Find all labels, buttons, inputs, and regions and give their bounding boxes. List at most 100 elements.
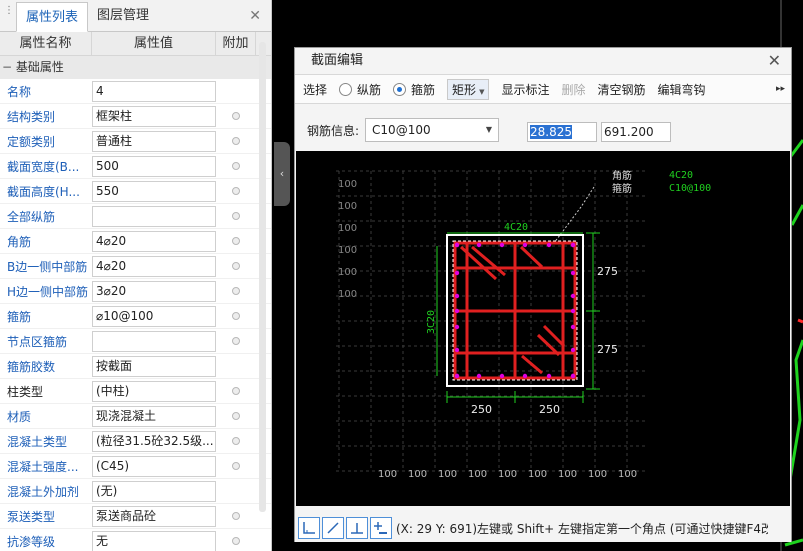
- toolbar-overflow-icon[interactable]: ▸▸: [776, 84, 785, 94]
- add-point-snap-icon[interactable]: [370, 517, 392, 539]
- extra-toggle-icon[interactable]: [232, 512, 240, 520]
- extra-toggle-icon[interactable]: [232, 412, 240, 420]
- rebar-point[interactable]: [454, 242, 460, 248]
- property-value-field[interactable]: 4⌀20: [92, 255, 216, 277]
- line-snap-icon[interactable]: [322, 517, 344, 539]
- property-row[interactable]: H边一侧中部筋 3⌀20: [0, 279, 271, 304]
- property-row[interactable]: 截面高度(H... 550: [0, 179, 271, 204]
- rebar-point[interactable]: [522, 242, 528, 248]
- property-row[interactable]: 节点区箍筋: [0, 329, 271, 354]
- property-value-field[interactable]: (粒径31.5砼32.5级...: [92, 430, 216, 452]
- property-row[interactable]: 截面宽度(B... 500: [0, 154, 271, 179]
- rebar-point[interactable]: [570, 308, 576, 314]
- property-value-field[interactable]: [92, 330, 216, 352]
- extra-toggle-icon[interactable]: [232, 262, 240, 270]
- radio-stirrup[interactable]: 箍筋: [393, 81, 435, 98]
- grip-icon[interactable]: ⋮: [4, 6, 14, 23]
- extra-toggle-icon[interactable]: [232, 287, 240, 295]
- rebar-point[interactable]: [454, 270, 460, 276]
- property-row[interactable]: 混凝土外加剂 (无): [0, 479, 271, 504]
- perpendicular-snap-icon[interactable]: [346, 517, 368, 539]
- rebar-point[interactable]: [454, 373, 460, 379]
- rebar-point[interactable]: [570, 293, 576, 299]
- column-header-value[interactable]: 属性值: [92, 32, 216, 55]
- property-row[interactable]: 抗渗等级 无: [0, 529, 271, 551]
- property-value-field[interactable]: 现浇混凝土: [92, 405, 216, 427]
- property-value-field[interactable]: ⌀10@100: [92, 305, 216, 327]
- clear-rebar-button[interactable]: 清空钢筋: [597, 81, 645, 98]
- coord-y-input[interactable]: 691.200: [601, 122, 671, 142]
- group-basic-properties[interactable]: − 基础属性: [0, 56, 271, 79]
- delete-button[interactable]: 删除: [561, 81, 585, 98]
- property-row[interactable]: 箍筋胶数 按截面: [0, 354, 271, 379]
- extra-toggle-icon[interactable]: [232, 312, 240, 320]
- property-value-field[interactable]: 500: [92, 155, 216, 177]
- rebar-point[interactable]: [570, 347, 576, 353]
- extra-toggle-icon[interactable]: [232, 462, 240, 470]
- collapse-minus-icon[interactable]: −: [2, 56, 12, 79]
- section-drawing-svg[interactable]: 100 100 100 100 100 100 100 100 100 100 100 100 100 1…: [296, 151, 790, 506]
- property-row[interactable]: 角筋 4⌀20: [0, 229, 271, 254]
- rebar-point[interactable]: [570, 324, 576, 330]
- rebar-point[interactable]: [570, 373, 576, 379]
- section-drawing-canvas[interactable]: 100 100 100 100 100 100 100 100 100 100 100 100 100 1…: [296, 151, 790, 506]
- property-value-field[interactable]: (C45): [92, 455, 216, 477]
- property-row[interactable]: 全部纵筋: [0, 204, 271, 229]
- tab-properties[interactable]: 属性列表: [16, 2, 89, 32]
- rebar-point[interactable]: [570, 270, 576, 276]
- select-button[interactable]: 选择: [303, 81, 327, 98]
- close-icon[interactable]: ✕: [768, 48, 781, 74]
- rebar-point[interactable]: [570, 242, 576, 248]
- property-row[interactable]: 结构类别 框架柱: [0, 104, 271, 129]
- property-row[interactable]: 材质 现浇混凝土: [0, 404, 271, 429]
- property-row[interactable]: 名称 4: [0, 79, 271, 104]
- property-value-field[interactable]: 泵送商品砼: [92, 505, 216, 527]
- rebar-point[interactable]: [454, 347, 460, 353]
- stirrups[interactable]: [453, 241, 577, 380]
- ortho-snap-icon[interactable]: [298, 517, 320, 539]
- extra-toggle-icon[interactable]: [232, 212, 240, 220]
- property-value-field[interactable]: (无): [92, 480, 216, 502]
- extra-toggle-icon[interactable]: [232, 162, 240, 170]
- coord-x-input[interactable]: 28.825: [527, 122, 597, 142]
- extra-toggle-icon[interactable]: [232, 112, 240, 120]
- property-row[interactable]: 柱类型 (中柱): [0, 379, 271, 404]
- property-value-field[interactable]: 550: [92, 180, 216, 202]
- rebar-point[interactable]: [499, 373, 505, 379]
- collapse-panel-handle[interactable]: ‹: [274, 142, 290, 206]
- rebar-point[interactable]: [522, 373, 528, 379]
- column-header-extra[interactable]: 附加: [216, 32, 256, 55]
- column-header-name[interactable]: 属性名称: [0, 32, 92, 55]
- rebar-point[interactable]: [499, 242, 505, 248]
- property-value-field[interactable]: 普通柱: [92, 130, 216, 152]
- vertical-scrollbar[interactable]: [259, 42, 266, 512]
- extra-toggle-icon[interactable]: [232, 237, 240, 245]
- extra-toggle-icon[interactable]: [232, 137, 240, 145]
- rebar-point[interactable]: [476, 373, 482, 379]
- property-row[interactable]: 定额类别 普通柱: [0, 129, 271, 154]
- property-value-field[interactable]: 按截面: [92, 355, 216, 377]
- property-row[interactable]: B边一侧中部筋 4⌀20: [0, 254, 271, 279]
- property-value-field[interactable]: 4⌀20: [92, 230, 216, 252]
- property-row[interactable]: 箍筋 ⌀10@100: [0, 304, 271, 329]
- rebar-point[interactable]: [546, 373, 552, 379]
- rebar-info-combo[interactable]: C10@100 ▼: [365, 118, 500, 142]
- extra-toggle-icon[interactable]: [232, 437, 240, 445]
- rebar-point[interactable]: [476, 242, 482, 248]
- close-icon[interactable]: ✕: [249, 8, 261, 24]
- rebar-point[interactable]: [454, 293, 460, 299]
- property-value-field[interactable]: [92, 205, 216, 227]
- edit-hook-button[interactable]: 编辑弯钩: [658, 81, 706, 98]
- extra-toggle-icon[interactable]: [232, 337, 240, 345]
- property-value-field[interactable]: 4: [92, 80, 216, 102]
- dialog-title-bar[interactable]: 截面编辑 ✕: [295, 48, 791, 74]
- property-row[interactable]: 混凝土类型 (粒径31.5砼32.5级...: [0, 429, 271, 454]
- property-value-field[interactable]: 框架柱: [92, 105, 216, 127]
- property-value-field[interactable]: 无: [92, 530, 216, 551]
- property-value-field[interactable]: (中柱): [92, 380, 216, 402]
- rebar-point[interactable]: [546, 242, 552, 248]
- tab-layers[interactable]: 图层管理: [88, 1, 158, 31]
- radio-longitudinal[interactable]: 纵筋: [339, 81, 381, 98]
- rebar-point[interactable]: [454, 308, 460, 314]
- show-dimension-button[interactable]: 显示标注: [501, 81, 549, 98]
